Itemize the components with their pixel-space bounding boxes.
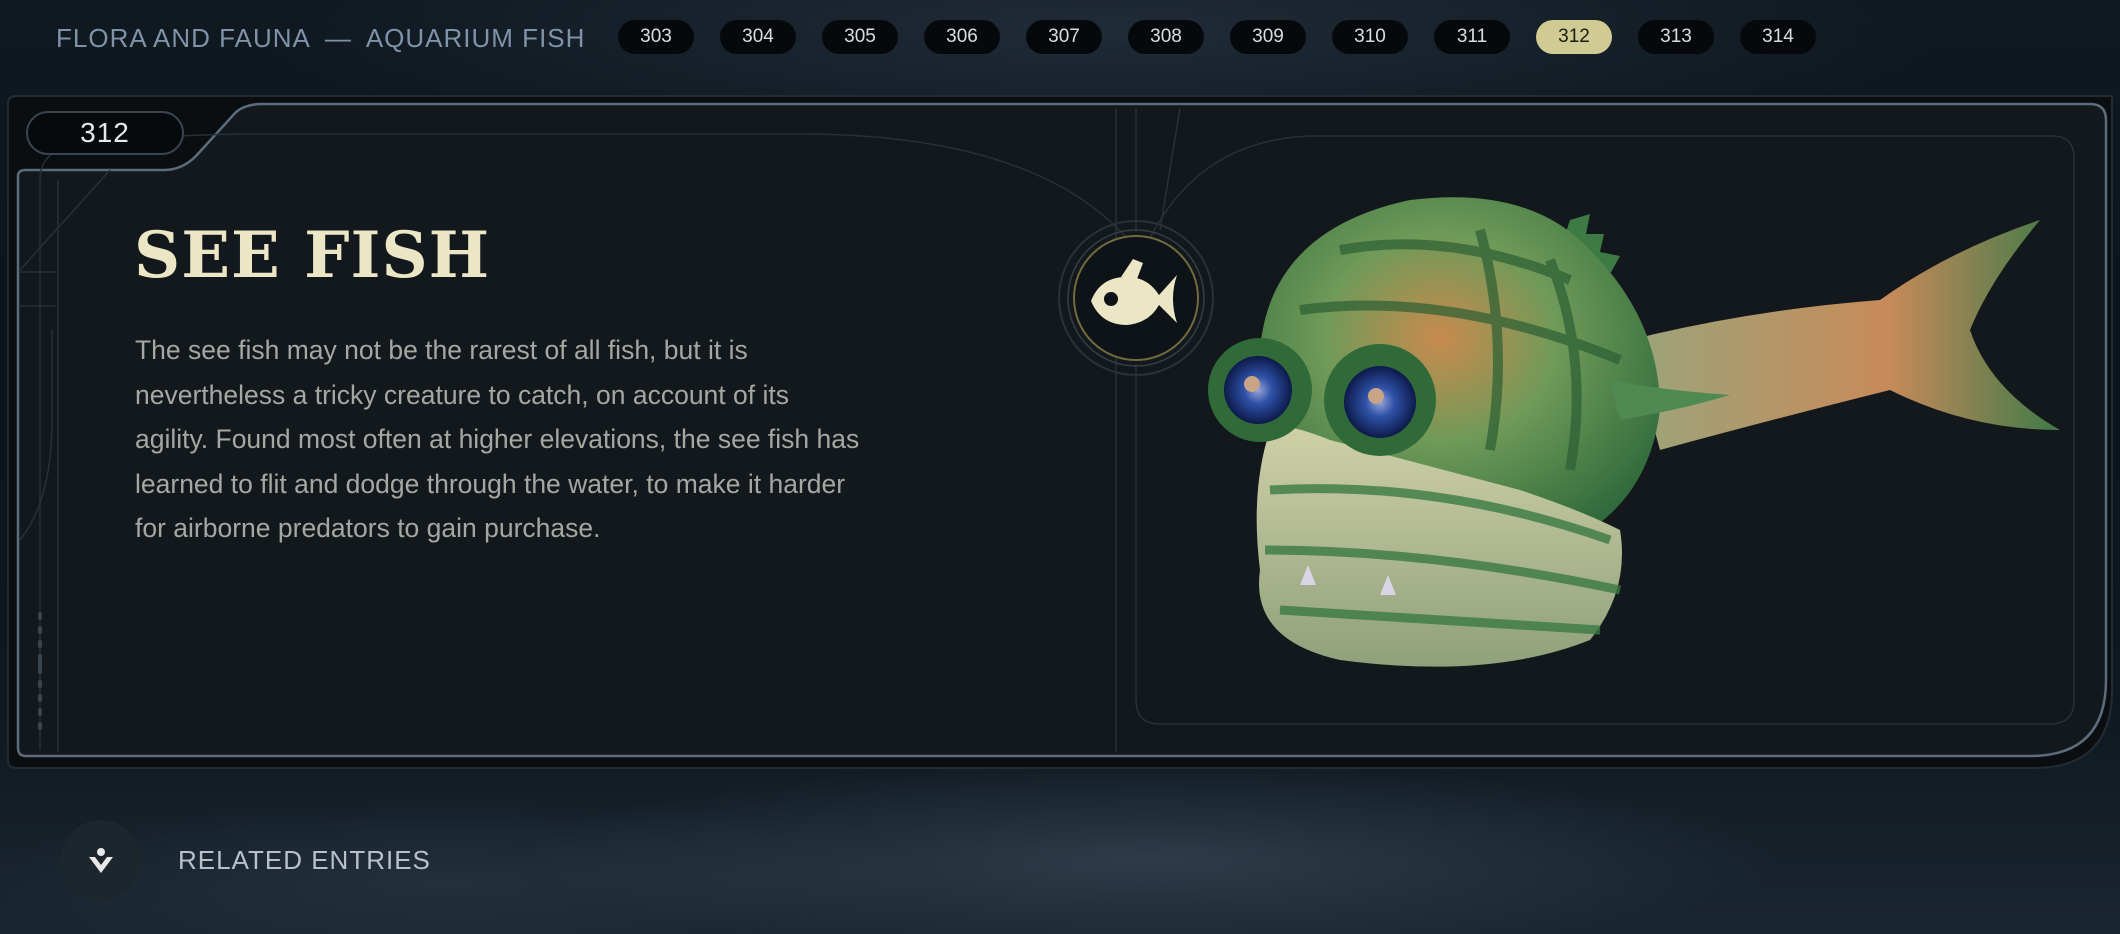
entry-description: The see fish may not be the rarest of al… — [135, 335, 860, 543]
related-entries-icon — [89, 848, 113, 873]
entry-title: SEE FISH — [134, 218, 491, 293]
see-fish-illustration — [1190, 190, 2070, 710]
related-entries-button[interactable] — [61, 820, 141, 900]
related-entries-label[interactable]: RELATED ENTRIES — [178, 842, 431, 878]
entry-number-badge: 312 — [26, 111, 184, 155]
scroll-indicator — [38, 612, 42, 730]
